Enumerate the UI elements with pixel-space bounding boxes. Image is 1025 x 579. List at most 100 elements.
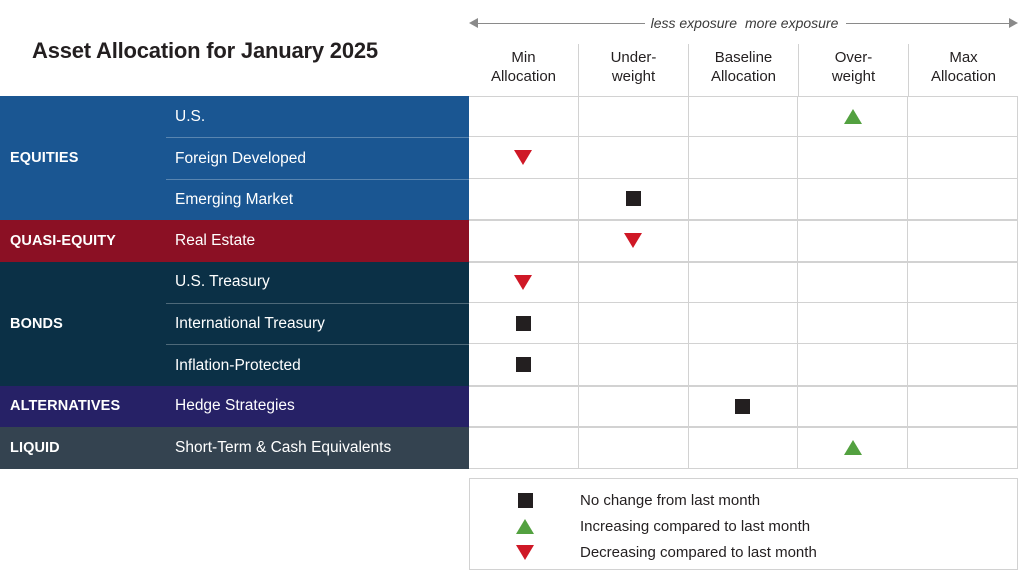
column-header-line2: Allocation — [710, 68, 777, 85]
group-rows: Hedge Strategies — [166, 385, 1018, 428]
table-row[interactable]: Emerging Market — [166, 178, 1018, 221]
column-header-5: Max Allocation — [908, 44, 1018, 96]
asset-group-liquid: LIQUID Short-Term & Cash Equivalents — [0, 427, 1018, 469]
allocation-cell[interactable] — [907, 385, 1018, 428]
legend-no-change-square-icon — [517, 492, 533, 508]
allocation-cell[interactable] — [687, 178, 798, 221]
allocation-cell[interactable] — [907, 261, 1018, 303]
less-exposure-indicator: less exposure — [469, 8, 743, 38]
asset-group-bonds: BONDS U.S. Treasury International Treasury… — [0, 261, 1018, 386]
allocation-cell[interactable] — [907, 96, 1018, 138]
asset-row-label: U.S. — [166, 96, 469, 138]
allocation-cell[interactable] — [797, 427, 908, 469]
group-label: EQUITIES — [0, 96, 166, 221]
allocation-cell[interactable] — [687, 137, 798, 179]
allocation-cell[interactable] — [797, 385, 908, 428]
column-header-4: Over-weight — [798, 44, 908, 96]
asset-group-quasi-equity: QUASI-EQUITY Real Estate — [0, 220, 1018, 262]
allocation-cell[interactable] — [469, 178, 578, 221]
allocation-cell[interactable] — [577, 137, 688, 179]
allocation-cell[interactable] — [797, 302, 908, 345]
allocation-cell[interactable] — [797, 178, 908, 221]
allocation-cell[interactable] — [469, 96, 578, 138]
allocation-cell[interactable] — [469, 344, 578, 386]
allocation-cell[interactable] — [797, 220, 908, 262]
decreasing-triangle-icon — [514, 150, 533, 166]
allocation-cell[interactable] — [577, 427, 688, 469]
allocation-cell[interactable] — [797, 96, 908, 138]
allocation-cell[interactable] — [577, 220, 688, 262]
allocation-cell[interactable] — [577, 344, 688, 386]
allocation-cell[interactable] — [907, 427, 1018, 469]
table-row[interactable]: Hedge Strategies — [166, 385, 1018, 428]
column-header-line1: Max — [949, 49, 978, 66]
allocation-cell[interactable] — [577, 261, 688, 303]
allocation-cell[interactable] — [907, 220, 1018, 262]
asset-row-label: Foreign Developed — [166, 137, 469, 179]
allocation-cells — [469, 220, 1018, 262]
legend-item: Decreasing compared to last month — [470, 539, 1017, 565]
table-row[interactable]: U.S. Treasury — [166, 261, 1018, 303]
exposure-line-left — [478, 22, 645, 24]
allocation-cell[interactable] — [469, 137, 578, 179]
allocation-cells — [469, 344, 1018, 386]
allocation-cell[interactable] — [687, 302, 798, 345]
table-row[interactable]: Foreign Developed — [166, 137, 1018, 179]
table-row[interactable]: U.S. — [166, 96, 1018, 138]
group-rows: Short-Term & Cash Equivalents — [166, 427, 1018, 469]
page-title: Asset Allocation for January 2025 — [32, 38, 378, 63]
table-row[interactable]: Real Estate — [166, 220, 1018, 262]
allocation-cell[interactable] — [907, 137, 1018, 179]
legend-label: No change from last month — [580, 491, 761, 509]
table-row[interactable]: International Treasury — [166, 302, 1018, 345]
less-exposure-label: less exposure — [650, 15, 737, 31]
allocation-cell[interactable] — [907, 178, 1018, 221]
more-exposure-label: more exposure — [745, 15, 839, 31]
allocation-cell[interactable] — [687, 385, 798, 428]
group-label: BONDS — [0, 261, 166, 386]
asset-row-label: Short-Term & Cash Equivalents — [166, 427, 469, 469]
legend-marker — [470, 492, 580, 508]
asset-row-label: Inflation-Protected — [166, 344, 469, 386]
allocation-cells — [469, 178, 1018, 221]
allocation-cell[interactable] — [687, 344, 798, 386]
column-header-1: Min Allocation — [469, 44, 578, 96]
group-rows: U.S. Treasury International Treasury Infla… — [166, 261, 1018, 386]
allocation-cell[interactable] — [469, 261, 578, 303]
table-row[interactable]: Short-Term & Cash Equivalents — [166, 427, 1018, 469]
column-header-line1: Min — [511, 49, 536, 66]
allocation-cell[interactable] — [469, 385, 578, 428]
allocation-cell[interactable] — [577, 178, 688, 221]
allocation-cell[interactable] — [797, 137, 908, 179]
allocation-cell[interactable] — [577, 385, 688, 428]
asset-row-label: Emerging Market — [166, 178, 469, 221]
legend-item: Increasing compared to last month — [470, 513, 1017, 539]
allocation-cell[interactable] — [907, 302, 1018, 345]
column-header-2: Under-weight — [578, 44, 688, 96]
column-header-line1: Under- — [610, 49, 657, 66]
allocation-cell[interactable] — [797, 344, 908, 386]
table-row[interactable]: Inflation-Protected — [166, 344, 1018, 386]
column-header-line1: Baseline — [714, 49, 773, 66]
no-change-square-icon — [625, 191, 641, 207]
allocation-cell[interactable] — [577, 96, 688, 138]
no-change-square-icon — [515, 315, 531, 331]
allocation-cell[interactable] — [687, 261, 798, 303]
allocation-cell[interactable] — [687, 427, 798, 469]
group-label: ALTERNATIVES — [0, 385, 166, 428]
legend-decreasing-triangle-icon — [516, 544, 534, 560]
allocation-cell[interactable] — [687, 220, 798, 262]
allocation-cell[interactable] — [469, 220, 578, 262]
no-change-square-icon — [735, 398, 751, 414]
column-header-line2: Allocation — [930, 68, 997, 85]
allocation-cell[interactable] — [797, 261, 908, 303]
allocation-cell[interactable] — [907, 344, 1018, 386]
asset-group-equities: EQUITIES U.S. Foreign Developed Emerging Ma… — [0, 96, 1018, 221]
allocation-cell[interactable] — [577, 302, 688, 345]
allocation-cell[interactable] — [469, 427, 578, 469]
increasing-triangle-icon — [843, 440, 862, 456]
column-header-3: Baseline Allocation — [688, 44, 798, 96]
decreasing-triangle-icon — [624, 233, 643, 249]
allocation-cell[interactable] — [469, 302, 578, 345]
allocation-cell[interactable] — [687, 96, 798, 138]
